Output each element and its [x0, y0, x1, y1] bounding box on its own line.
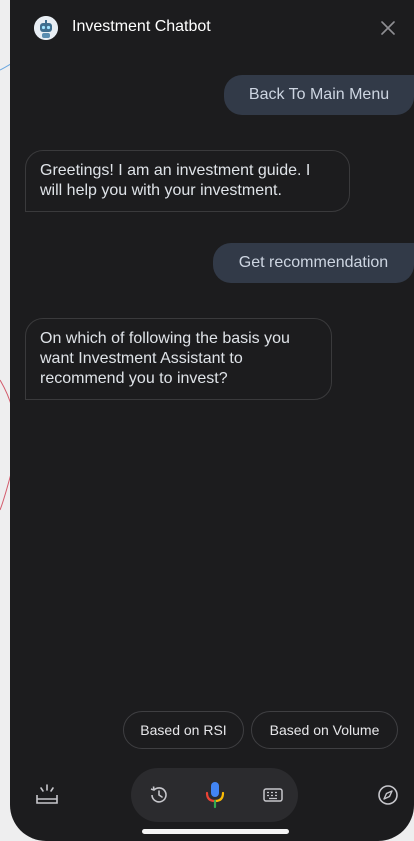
chat-window: Investment Chatbot Back To Main Menu Gre… — [10, 0, 414, 841]
input-controls — [131, 768, 298, 822]
chip-label: Based on RSI — [140, 722, 227, 738]
message-text: Back To Main Menu — [248, 86, 390, 103]
snapshot-icon[interactable] — [33, 781, 61, 809]
history-icon[interactable] — [145, 781, 173, 809]
suggestion-chip-volume[interactable]: Based on Volume — [251, 711, 398, 749]
message-text: Greetings! I am an investment guide. I w… — [40, 162, 311, 199]
close-icon[interactable] — [376, 16, 400, 40]
suggestion-chip-rsi[interactable]: Based on RSI — [123, 711, 244, 749]
chat-header: Investment Chatbot — [10, 0, 414, 60]
chat-title: Investment Chatbot — [72, 18, 211, 35]
bot-message: Greetings! I am an investment guide. I w… — [25, 150, 350, 212]
home-indicator[interactable] — [142, 829, 289, 834]
microphone-icon[interactable] — [201, 779, 229, 811]
chip-label: Based on Volume — [269, 722, 380, 738]
keyboard-icon[interactable] — [259, 781, 287, 809]
compass-icon[interactable] — [374, 781, 402, 809]
message-text: On which of following the basis you want… — [40, 330, 290, 387]
robot-avatar-icon — [34, 16, 58, 40]
user-message: Back To Main Menu — [224, 75, 414, 115]
user-message: Get recommendation — [213, 243, 414, 283]
bot-message: On which of following the basis you want… — [25, 318, 332, 400]
message-text: Get recommendation — [238, 254, 389, 271]
